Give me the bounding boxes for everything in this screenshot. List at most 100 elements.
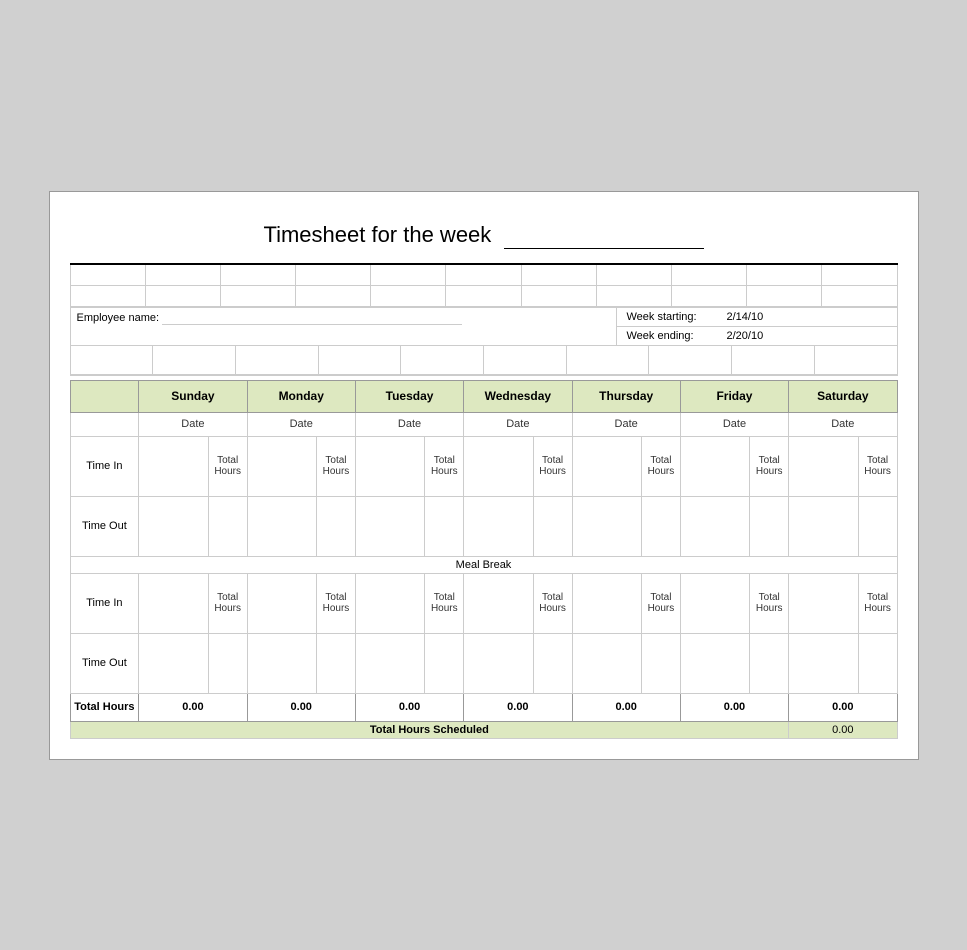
- sat-timein-2[interactable]: [789, 573, 858, 633]
- mon-timein-2[interactable]: [247, 573, 316, 633]
- monday-date: Date: [247, 412, 355, 436]
- wed-timeout-2[interactable]: [464, 633, 533, 693]
- sun-timein-1[interactable]: [139, 436, 208, 496]
- week-info: Week starting: 2/14/10 Week ending: 2/20…: [617, 308, 897, 345]
- thu-hours-2: Total Hours: [642, 573, 681, 633]
- time-out-label-2: Time Out: [70, 633, 139, 693]
- sun-timein-2[interactable]: [139, 573, 208, 633]
- friday-date: Date: [680, 412, 788, 436]
- total-hours-label: Total Hours: [70, 693, 139, 721]
- week-starting-row: Week starting: 2/14/10: [617, 308, 897, 327]
- monday-header: Monday: [247, 380, 355, 412]
- fri-timein-1[interactable]: [680, 436, 749, 496]
- thu-hours-out-1: [642, 496, 681, 556]
- fri-timeout-1[interactable]: [680, 496, 749, 556]
- sun-total: 0.00: [139, 693, 247, 721]
- sun-timeout-1[interactable]: [139, 496, 208, 556]
- fri-hours-out-2: [750, 633, 789, 693]
- mon-hours-out-2: [317, 633, 356, 693]
- fri-hours-2: Total Hours: [750, 573, 789, 633]
- wednesday-header: Wednesday: [464, 380, 572, 412]
- total-hours-row: Total Hours 0.00 0.00 0.00 0.00 0.00 0.0…: [70, 693, 897, 721]
- fri-hours-1: Total Hours: [750, 436, 789, 496]
- mon-hours-2: Total Hours: [317, 573, 356, 633]
- time-out-row-1: Time Out: [70, 496, 897, 556]
- week-ending-label: Week ending:: [627, 330, 727, 342]
- thu-timein-2[interactable]: [572, 573, 641, 633]
- thu-timeout-1[interactable]: [572, 496, 641, 556]
- blank-row-3: [71, 346, 897, 375]
- meal-break-row: Meal Break: [70, 556, 897, 573]
- week-ending-value: 2/20/10: [727, 330, 764, 342]
- week-starting-value: 2/14/10: [727, 311, 764, 323]
- week-starting-label: Week starting:: [627, 311, 727, 323]
- thursday-header: Thursday: [572, 380, 680, 412]
- tuesday-date: Date: [355, 412, 463, 436]
- empty-header: [70, 380, 139, 412]
- mon-timeout-2[interactable]: [247, 633, 316, 693]
- scheduled-label: Total Hours Scheduled: [70, 721, 789, 738]
- wed-hours-out-1: [533, 496, 572, 556]
- wed-total: 0.00: [464, 693, 572, 721]
- time-in-row-2: Time In Total Hours Total Hours Total Ho…: [70, 573, 897, 633]
- wed-timein-1[interactable]: [464, 436, 533, 496]
- sun-hours-2: Total Hours: [208, 573, 247, 633]
- wed-hours-2: Total Hours: [533, 573, 572, 633]
- tue-hours-2: Total Hours: [425, 573, 464, 633]
- meal-break-label: Meal Break: [70, 556, 897, 573]
- fri-timeout-2[interactable]: [680, 633, 749, 693]
- info-section: Employee name: Week starting: 2/14/10 We…: [70, 307, 898, 346]
- sat-hours-1: Total Hours: [858, 436, 897, 496]
- wed-timein-2[interactable]: [464, 573, 533, 633]
- mon-timein-1[interactable]: [247, 436, 316, 496]
- wednesday-date: Date: [464, 412, 572, 436]
- timesheet-page: Timesheet for the week: [49, 191, 919, 760]
- mon-hours-out-1: [317, 496, 356, 556]
- time-in-label-2: Time In: [70, 573, 139, 633]
- blank-row-2: [71, 286, 897, 307]
- wed-hours-out-2: [533, 633, 572, 693]
- tue-total: 0.00: [355, 693, 463, 721]
- tue-hours-out-1: [425, 496, 464, 556]
- thu-hours-1: Total Hours: [642, 436, 681, 496]
- tue-timein-1[interactable]: [355, 436, 424, 496]
- friday-header: Friday: [680, 380, 788, 412]
- tue-hours-1: Total Hours: [425, 436, 464, 496]
- sun-hours-out-1: [208, 496, 247, 556]
- mon-timeout-1[interactable]: [247, 496, 316, 556]
- title-row: Timesheet for the week: [70, 212, 898, 265]
- tue-timeout-1[interactable]: [355, 496, 424, 556]
- sat-total: 0.00: [789, 693, 897, 721]
- thursday-date: Date: [572, 412, 680, 436]
- scheduled-row: Total Hours Scheduled 0.00: [70, 721, 897, 738]
- thu-total: 0.00: [572, 693, 680, 721]
- sun-hours-1: Total Hours: [208, 436, 247, 496]
- tue-timeout-2[interactable]: [355, 633, 424, 693]
- sat-timein-1[interactable]: [789, 436, 858, 496]
- tue-timein-2[interactable]: [355, 573, 424, 633]
- thu-timeout-2[interactable]: [572, 633, 641, 693]
- date-empty: [70, 412, 139, 436]
- time-out-row-2: Time Out: [70, 633, 897, 693]
- time-out-label-1: Time Out: [70, 496, 139, 556]
- mon-total: 0.00: [247, 693, 355, 721]
- scheduled-value: 0.00: [789, 721, 897, 738]
- sun-timeout-2[interactable]: [139, 633, 208, 693]
- sat-timeout-1[interactable]: [789, 496, 858, 556]
- fri-hours-out-1: [750, 496, 789, 556]
- sunday-header: Sunday: [139, 380, 247, 412]
- week-ending-row: Week ending: 2/20/10: [617, 327, 897, 345]
- saturday-date: Date: [789, 412, 897, 436]
- sat-hours-2: Total Hours: [858, 573, 897, 633]
- employee-value[interactable]: [162, 312, 462, 325]
- sat-timeout-2[interactable]: [789, 633, 858, 693]
- sun-hours-out-2: [208, 633, 247, 693]
- timesheet-table: Sunday Monday Tuesday Wednesday Thursday…: [70, 380, 898, 739]
- fri-total: 0.00: [680, 693, 788, 721]
- employee-area: Employee name:: [71, 308, 617, 345]
- wed-timeout-1[interactable]: [464, 496, 533, 556]
- week-date-field[interactable]: [504, 222, 704, 249]
- header-row: Sunday Monday Tuesday Wednesday Thursday…: [70, 380, 897, 412]
- thu-timein-1[interactable]: [572, 436, 641, 496]
- fri-timein-2[interactable]: [680, 573, 749, 633]
